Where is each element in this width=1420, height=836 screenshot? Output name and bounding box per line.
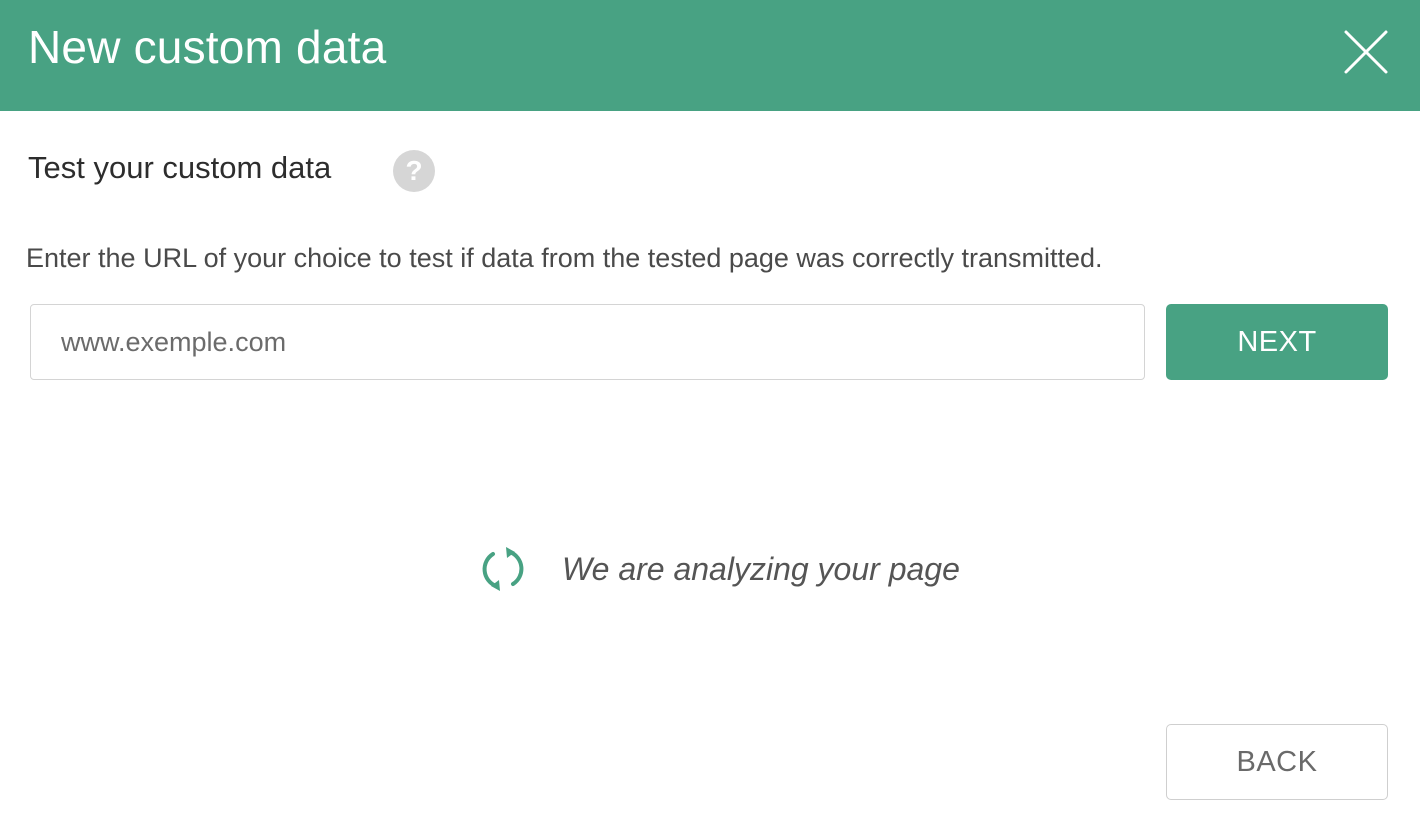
dialog-title: New custom data: [28, 21, 387, 73]
next-button[interactable]: NEXT: [1166, 304, 1388, 380]
close-button[interactable]: [1342, 28, 1390, 76]
help-icon-glyph: ?: [405, 155, 423, 186]
status-text: We are analyzing your page: [562, 551, 960, 587]
instructions-text: Enter the URL of your choice to test if …: [26, 243, 1103, 273]
help-icon[interactable]: ?: [393, 150, 435, 192]
close-icon: [1344, 30, 1388, 74]
new-custom-data-dialog: New custom data Test your custom data ? …: [0, 0, 1420, 836]
refresh-icon: [482, 547, 524, 591]
url-input[interactable]: [30, 304, 1145, 380]
section-title: Test your custom data: [28, 150, 332, 185]
back-button[interactable]: BACK: [1166, 724, 1388, 800]
dialog-header: New custom data: [0, 0, 1420, 111]
